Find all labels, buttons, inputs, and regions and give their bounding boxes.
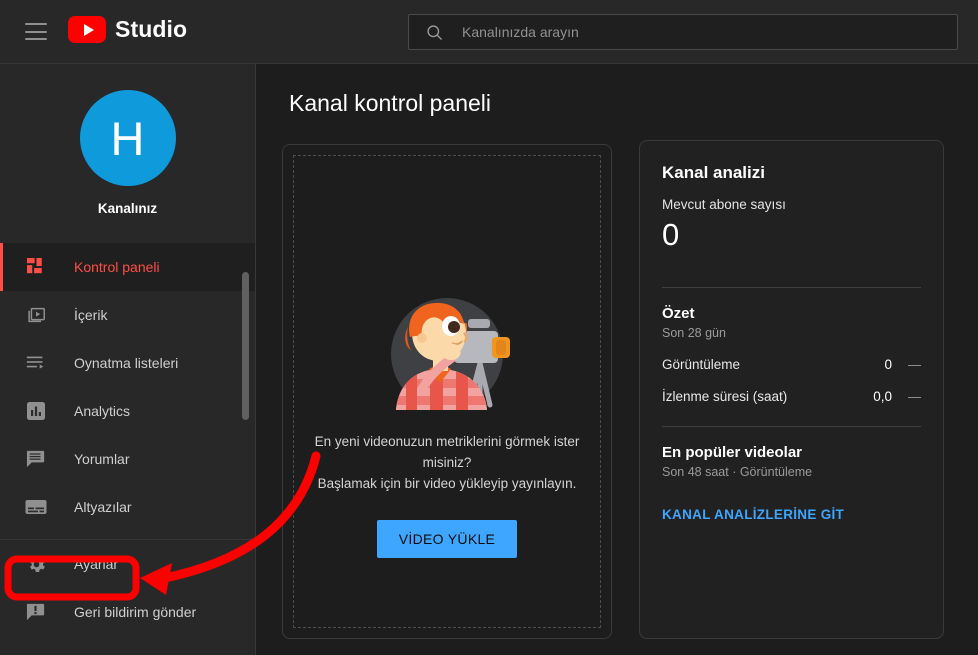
sidebar-item-yorumlar[interactable]: Yorumlar — [0, 435, 255, 483]
stat-row: Görüntüleme 0 — — [662, 357, 921, 372]
upload-prompt-line1: En yeni videonuzun metriklerini görmek i… — [304, 431, 590, 473]
sidebar-item-oynatma-listeleri[interactable]: Oynatma listeleri — [0, 339, 255, 387]
sidebar-item-icerik[interactable]: İçerik — [0, 291, 255, 339]
top-videos-title: En popüler videolar — [662, 444, 921, 461]
sidebar-item-label: Altyazılar — [74, 499, 132, 515]
upload-prompt-line2: Başlamak için bir video yükleyip yayınla… — [304, 473, 590, 494]
avatar[interactable]: H — [80, 90, 176, 186]
stat-value: 0 — [884, 357, 892, 372]
hamburger-icon[interactable] — [25, 23, 47, 40]
sidebar-item-label: Yorumlar — [74, 451, 130, 467]
sidebar-scrollbar[interactable] — [242, 272, 249, 420]
summary-title: Özet — [662, 305, 921, 322]
main-content: Kanal kontrol paneli — [257, 64, 978, 655]
sidebar-item-label: Ayarlar — [74, 556, 118, 572]
subscribers-value: 0 — [662, 217, 921, 253]
channel-name: Kanalınız — [98, 201, 157, 216]
gear-icon — [24, 552, 48, 576]
video-icon — [24, 303, 48, 327]
videographer-illustration — [372, 293, 522, 415]
youtube-logo-icon — [68, 16, 106, 43]
sidebar-item-geri-bildirim[interactable]: Geri bildirim gönder — [0, 588, 255, 636]
summary-period: Son 28 gün — [662, 326, 921, 340]
dashboard-icon — [24, 255, 48, 279]
sidebar-item-kontrol-paneli[interactable]: Kontrol paneli — [0, 243, 255, 291]
page-title: Kanal kontrol paneli — [289, 90, 491, 117]
upload-prompt: En yeni videonuzun metriklerini görmek i… — [294, 431, 600, 494]
sidebar-item-ayarlar[interactable]: Ayarlar — [0, 540, 255, 588]
channel-block: H Kanalınız — [0, 64, 255, 216]
search-bar[interactable] — [408, 14, 958, 50]
sidebar-item-label: Oynatma listeleri — [74, 355, 178, 371]
stat-row: İzlenme süresi (saat) 0,0 — — [662, 389, 921, 404]
brand-text: Studio — [115, 16, 187, 43]
comment-icon — [24, 447, 48, 471]
sidebar: H Kanalınız Kontrol paneli — [0, 64, 256, 655]
stat-trend: — — [908, 389, 921, 404]
upload-dropzone[interactable]: En yeni videonuzun metriklerini görmek i… — [293, 155, 601, 628]
stat-value: 0,0 — [873, 389, 892, 404]
search-icon — [425, 23, 444, 42]
sidebar-item-label: Analytics — [74, 403, 130, 419]
stat-trend: — — [908, 357, 921, 372]
divider — [662, 426, 921, 427]
subscribers-label: Mevcut abone sayısı — [662, 197, 921, 212]
sidebar-item-analytics[interactable]: Analytics — [0, 387, 255, 435]
search-input[interactable] — [462, 24, 957, 40]
stat-label: İzlenme süresi (saat) — [662, 389, 873, 404]
analytics-title: Kanal analizi — [662, 163, 921, 183]
studio-logo[interactable]: Studio — [68, 16, 187, 43]
playlist-icon — [24, 351, 48, 375]
upload-video-button[interactable]: VİDEO YÜKLE — [377, 520, 517, 558]
upload-card: En yeni videonuzun metriklerini görmek i… — [282, 144, 612, 639]
app-header: Studio — [0, 0, 978, 64]
divider — [662, 287, 921, 288]
sidebar-item-label: İçerik — [74, 307, 107, 323]
sidebar-item-label: Geri bildirim gönder — [74, 604, 196, 620]
sidebar-item-label: Kontrol paneli — [74, 259, 160, 275]
sidebar-item-altyazilar[interactable]: Altyazılar — [0, 483, 255, 531]
analytics-icon — [24, 399, 48, 423]
feedback-icon — [24, 600, 48, 624]
stat-label: Görüntüleme — [662, 357, 884, 372]
subtitles-icon — [24, 495, 48, 519]
channel-analytics-card: Kanal analizi Mevcut abone sayısı 0 Özet… — [639, 140, 944, 639]
youtube-studio-dashboard: Studio H Kanalınız — [0, 0, 978, 655]
go-to-channel-analytics-link[interactable]: KANAL ANALİZLERİNE GİT — [662, 507, 844, 522]
sidebar-nav: Kontrol paneli İçerik — [0, 243, 255, 636]
top-videos-period: Son 48 saat · Görüntüleme — [662, 465, 921, 479]
